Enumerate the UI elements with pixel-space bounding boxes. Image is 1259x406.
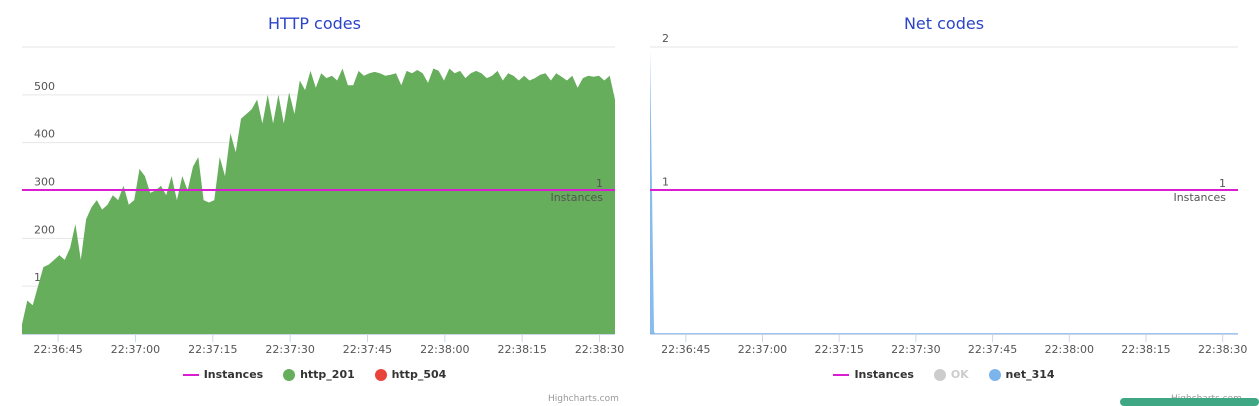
y-tick-label: 1 (662, 176, 669, 189)
legend-item-instances[interactable]: Instances (182, 368, 264, 381)
legend-item-http-201[interactable]: http_201 (283, 368, 355, 381)
y-tick-label: 200 (34, 223, 55, 236)
x-tick-label: 22:37:15 (814, 343, 863, 356)
legend-label: net_314 (1005, 368, 1055, 381)
legend-label: http_201 (300, 368, 355, 381)
instances-swatch (833, 374, 850, 376)
notification-pill[interactable] (1120, 398, 1259, 406)
x-tick-label: 22:36:45 (661, 343, 710, 356)
x-tick-label: 22:36:45 (33, 343, 82, 356)
instances-text-label: Instances (1173, 191, 1226, 204)
http-codes-chart: 10020030040050022:36:4522:37:0022:37:152… (22, 46, 624, 356)
http-504-swatch (374, 369, 387, 381)
net-codes-panel: Net codes 1 2 22:36:45 22:37:00 22:37:15 22:3… (629, 0, 1259, 404)
x-tick-label: 22:37:30 (891, 343, 940, 356)
x-tick-label: 22:38:15 (497, 343, 546, 356)
legend-item-net-314[interactable]: net_314 (988, 368, 1055, 381)
x-tick-label: 22:37:45 (343, 343, 392, 356)
instances-text-label: Instances (550, 191, 603, 204)
y-tick-label: 300 (34, 176, 55, 189)
http-201-swatch (283, 369, 296, 381)
x-tick-label: 22:37:45 (968, 343, 1017, 356)
x-tick-label: 22:38:30 (575, 343, 624, 356)
legend: Instances http_201 http_504 (0, 368, 629, 381)
net-codes-chart: 1 2 22:36:45 22:37:00 22:37:15 22:37:30 22:37:… (650, 32, 1247, 356)
x-tick-label: 22:38:00 (1045, 343, 1094, 356)
x-tick-label: 22:37:15 (188, 343, 237, 356)
net-314-swatch (988, 369, 1001, 381)
x-tick-label: 22:38:00 (420, 343, 469, 356)
instances-value-label: 1 (1219, 177, 1226, 190)
x-tick-label: 22:37:30 (265, 343, 314, 356)
x-tick-label: 22:37:00 (111, 343, 160, 356)
x-tick-label: 22:38:15 (1121, 343, 1170, 356)
legend-item-instances[interactable]: Instances (833, 368, 914, 381)
y-tick-label: 400 (34, 128, 55, 141)
y-tick-label: 2 (662, 32, 669, 45)
x-tick-label: 22:38:30 (1198, 343, 1247, 356)
credits-link[interactable]: Highcharts.com (548, 394, 619, 404)
ok-swatch (933, 369, 946, 381)
y-tick-label: 500 (34, 80, 55, 93)
legend: Instances OK net_314 (629, 368, 1259, 381)
legend-label: OK (950, 368, 969, 381)
instances-value-label: 1 (596, 177, 603, 190)
instances-swatch (182, 374, 199, 376)
legend-label: http_504 (391, 368, 447, 381)
x-tick-label: 22:37:00 (738, 343, 787, 356)
legend-item-ok[interactable]: OK (933, 368, 969, 381)
legend-label: Instances (203, 368, 264, 381)
area-series-http-201 (22, 68, 615, 334)
legend-label: Instances (854, 368, 914, 381)
area-series-net-314 (650, 49, 1238, 335)
http-codes-panel: HTTP codes 10020030040050022:36:4522:37:… (0, 0, 629, 404)
legend-item-http-504[interactable]: http_504 (374, 368, 447, 381)
